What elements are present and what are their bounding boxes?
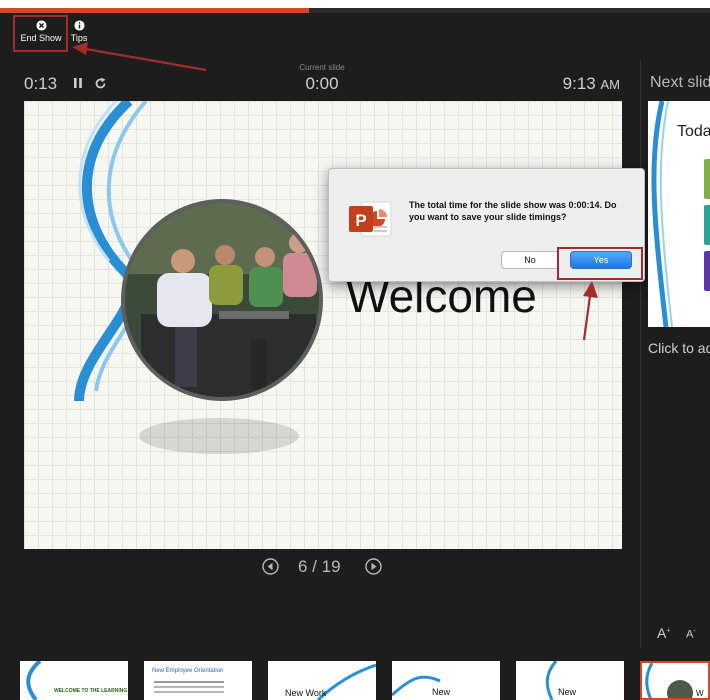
next-slide-preview[interactable]: Toda: [648, 101, 710, 327]
filmstrip-thumbnail[interactable]: New: [516, 661, 624, 700]
filmstrip-thumbnail[interactable]: New Work: [268, 661, 376, 700]
thumbnail-text: WELCOME TO THE LEARNING: [54, 688, 128, 694]
thumbnail-text: New: [558, 687, 577, 697]
filmstrip-thumbnail[interactable]: New: [392, 661, 500, 700]
slide-counter: 6 / 19: [298, 557, 341, 576]
speaker-notes-area[interactable]: Click to add notes: [648, 340, 710, 356]
next-slide-icon[interactable]: [365, 558, 382, 575]
slide-filmstrip: WELCOME TO THE LEARNING New Employee Ori…: [0, 648, 710, 700]
thumbnail-text-lines: [154, 681, 224, 683]
yes-callout-arrow: [582, 281, 598, 341]
slide-navigation: 6 / 19: [262, 556, 382, 576]
filmstrip-thumbnail[interactable]: New Employee Orientation: [144, 661, 252, 700]
presenter-view: End Show Tips 0:13 Current slide 0:00 9:…: [0, 0, 710, 700]
increase-font-button[interactable]: A+: [657, 625, 670, 641]
thumbnail-text: New: [432, 687, 451, 697]
filmstrip-thumbnail[interactable]: WELCOME TO THE LEARNING: [20, 661, 128, 700]
thumbnail-text: New Employee Orientation: [152, 668, 224, 674]
thumb-swoosh-decoration: [26, 661, 42, 700]
previous-slide-icon[interactable]: [262, 558, 279, 575]
thumbnail-text: W: [696, 689, 704, 698]
thumbnail-text: New Work: [285, 688, 327, 698]
next-slide-title: Toda: [677, 123, 710, 140]
filmstrip-thumbnail-current[interactable]: W: [640, 661, 710, 700]
decrease-font-button[interactable]: A-: [686, 628, 696, 641]
